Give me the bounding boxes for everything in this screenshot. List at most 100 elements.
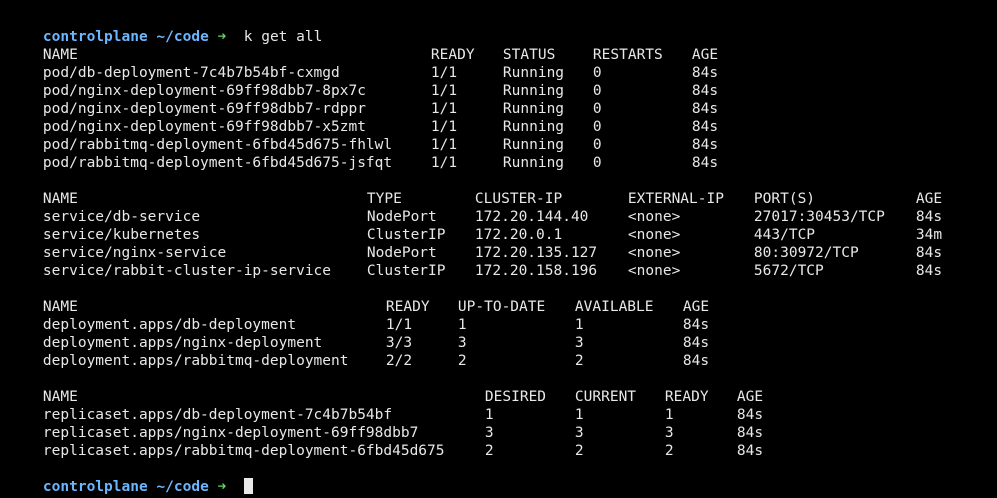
service-cluster-ip: 172.20.0.1 [474, 227, 563, 243]
service-cluster-ip: 172.20.144.40 [474, 209, 589, 225]
service-age: 84s [915, 209, 943, 225]
pod-age: 84s [691, 119, 719, 135]
service-name: service/db-service [42, 209, 201, 225]
replicaset-age: 84s [736, 407, 764, 423]
deployment-available: 1 [574, 317, 584, 333]
pod-ready: 1/1 [430, 119, 458, 135]
pod-status: Running [502, 155, 565, 171]
column-header: NAME [42, 389, 78, 405]
pod-age: 84s [691, 155, 719, 171]
column-header: READY [385, 299, 430, 315]
replicaset-name: replicaset.apps/nginx-deployment-69ff98d… [42, 425, 419, 441]
prompt-host: controlplane [42, 29, 148, 45]
service-ports: 5672/TCP [753, 263, 824, 279]
replicaset-desired: 1 [484, 407, 494, 423]
prompt-cwd: ~/code [156, 29, 209, 45]
pod-ready: 1/1 [430, 155, 458, 171]
service-type: NodePort [366, 209, 437, 225]
pod-restarts: 0 [592, 101, 602, 117]
deployment-age: 84s [682, 317, 710, 333]
service-name: service/kubernetes [42, 227, 201, 243]
column-header: PORT(S) [753, 191, 816, 207]
column-header: UP-TO-DATE [457, 299, 546, 315]
pod-name: pod/rabbitmq-deployment-6fbd45d675-jsfqt [42, 155, 393, 171]
pod-age: 84s [691, 137, 719, 153]
deployment-ready: 1/1 [385, 317, 413, 333]
column-header: NAME [42, 47, 78, 63]
pod-restarts: 0 [592, 83, 602, 99]
pod-status: Running [502, 65, 565, 81]
replicaset-age: 84s [736, 425, 764, 441]
column-header: READY [430, 47, 475, 63]
deployment-age: 84s [682, 335, 710, 351]
pod-restarts: 0 [592, 137, 602, 153]
replicaset-ready: 3 [664, 425, 674, 441]
service-type: ClusterIP [366, 263, 446, 279]
replicaset-name: replicaset.apps/db-deployment-7c4b7b54bf [42, 407, 393, 423]
deployment-ready: 2/2 [385, 353, 413, 369]
text-cursor[interactable] [243, 478, 253, 494]
deployment-available: 3 [574, 335, 584, 351]
prompt-cwd: ~/code [156, 479, 209, 495]
column-header: EXTERNAL-IP [627, 191, 724, 207]
pod-name: pod/nginx-deployment-69ff98dbb7-rdppr [42, 101, 366, 117]
deployment-available: 2 [574, 353, 584, 369]
pod-ready: 1/1 [430, 137, 458, 153]
service-external-ip: <none> [627, 263, 681, 279]
service-name: service/nginx-service [42, 245, 227, 261]
service-external-ip: <none> [627, 209, 681, 225]
column-header: AGE [915, 191, 943, 207]
service-name: service/rabbit-cluster-ip-service [42, 263, 332, 279]
service-type: ClusterIP [366, 227, 446, 243]
column-header: NAME [42, 299, 78, 315]
service-ports: 443/TCP [753, 227, 816, 243]
deployment-up-to-date: 2 [457, 353, 467, 369]
replicaset-current: 2 [574, 443, 584, 459]
deployment-name: deployment.apps/rabbitmq-deployment [42, 353, 349, 369]
command-line: controlplane ~/code ➜ k get all [8, 10, 989, 45]
column-header: TYPE [366, 191, 402, 207]
service-ports: 80:30972/TCP [753, 245, 859, 261]
service-age: 84s [915, 245, 943, 261]
replicaset-desired: 2 [484, 443, 494, 459]
pod-status: Running [502, 101, 565, 117]
service-age: 84s [915, 263, 943, 279]
service-ports: 27017:30453/TCP [753, 209, 885, 225]
command-text: k get all [243, 29, 323, 45]
column-header: READY [664, 389, 709, 405]
pod-restarts: 0 [592, 119, 602, 135]
pod-age: 84s [691, 83, 719, 99]
column-header: RESTARTS [592, 47, 663, 63]
pod-name: pod/db-deployment-7c4b7b54bf-cxmgd [42, 65, 340, 81]
pod-age: 84s [691, 65, 719, 81]
prompt-host: controlplane [42, 479, 148, 495]
replicaset-desired: 3 [484, 425, 494, 441]
column-header: NAME [42, 191, 78, 207]
column-header: AVAILABLE [574, 299, 654, 315]
deployment-age: 84s [682, 353, 710, 369]
deployment-name: deployment.apps/db-deployment [42, 317, 297, 333]
deployments-header: NAME READY UP-TO-DATE AVAILABLE AGE [8, 280, 989, 315]
deployment-ready: 3/3 [385, 335, 413, 351]
column-header: AGE [691, 47, 719, 63]
pod-status: Running [502, 119, 565, 135]
active-prompt-line[interactable]: controlplane ~/code ➜ [8, 460, 989, 495]
deployment-up-to-date: 1 [457, 317, 467, 333]
column-header: AGE [736, 389, 764, 405]
replicaset-current: 3 [574, 425, 584, 441]
replicasets-header: NAME DESIRED CURRENT READY AGE [8, 370, 989, 405]
pod-restarts: 0 [592, 65, 602, 81]
service-external-ip: <none> [627, 227, 681, 243]
services-header: NAME TYPE CLUSTER-IP EXTERNAL-IP PORT(S) AGE [8, 172, 989, 207]
prompt-arrow-icon: ➜ [217, 479, 227, 495]
replicaset-age: 84s [736, 443, 764, 459]
deployment-up-to-date: 3 [457, 335, 467, 351]
replicaset-name: replicaset.apps/rabbitmq-deployment-6fbd… [42, 443, 445, 459]
deployment-name: deployment.apps/nginx-deployment [42, 335, 323, 351]
terminal-window[interactable]: controlplane ~/code ➜ k get all NAME READ… [0, 0, 997, 498]
pod-ready: 1/1 [430, 101, 458, 117]
pod-name: pod/rabbitmq-deployment-6fbd45d675-fhlwl [42, 137, 393, 153]
column-header: DESIRED [484, 389, 547, 405]
prompt-arrow-icon: ➜ [217, 29, 227, 45]
service-cluster-ip: 172.20.135.127 [474, 245, 598, 261]
